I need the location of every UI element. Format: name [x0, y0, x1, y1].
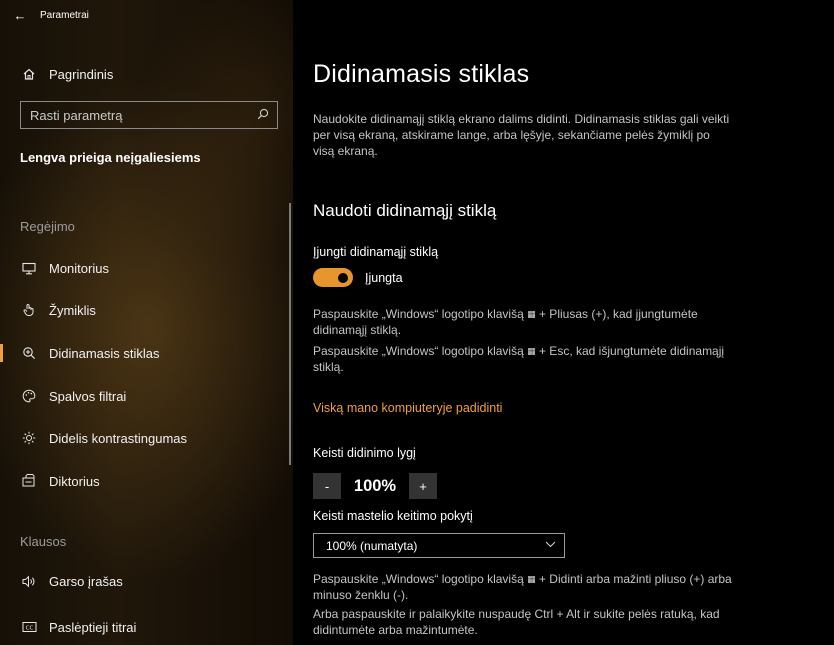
zoom-in-button[interactable]: +	[409, 473, 437, 499]
monitor-icon	[20, 262, 38, 275]
toggle-knob	[338, 272, 348, 283]
sidebar-item-label: Garso įrašas	[49, 573, 123, 589]
narrator-icon	[20, 474, 38, 488]
zoom-level-value: 100%	[353, 476, 397, 495]
magnifier-icon	[20, 346, 38, 360]
zoom-increment-value: 100% (numatyta)	[326, 538, 418, 553]
windows-logo-icon: ▦	[527, 346, 536, 356]
palette-icon	[20, 389, 38, 403]
scrollbar[interactable]	[289, 203, 291, 465]
help-text: Paspauskite „Windows“ logotipo klavišą	[313, 307, 524, 321]
help-text-zoom: Paspauskite „Windows“ logotipo klavišą ▦…	[313, 571, 753, 603]
magnifier-toggle[interactable]	[313, 268, 353, 287]
sidebar-item-label: Spalvos filtrai	[49, 388, 127, 404]
sidebar-item-label: Monitorius	[49, 260, 109, 276]
search-input[interactable]	[30, 107, 240, 123]
section-title: Lengva prieiga neįgaliesiems	[20, 150, 201, 165]
toggle-label: Įjungti didinamąjį stiklą	[313, 245, 439, 259]
zoom-level-control: - 100% +	[313, 472, 437, 500]
help-text-off: Paspauskite „Windows“ logotipo klavišą ▦…	[313, 343, 753, 375]
search-icon[interactable]	[257, 108, 269, 123]
arrow-left-icon: ←	[13, 7, 27, 23]
sidebar-item-magnifier[interactable]: Didinamasis stiklas	[0, 335, 293, 371]
sidebar-item-audio[interactable]: Garso įrašas	[0, 563, 293, 599]
sidebar-item-label: Didinamasis stiklas	[49, 345, 160, 361]
home-button[interactable]: Pagrindinis	[0, 56, 293, 92]
magnifier-toggle-row: Įjungta	[313, 268, 403, 287]
home-icon	[20, 67, 38, 81]
app-title: Parametrai	[40, 9, 89, 21]
group-label-hearing: Klausos	[20, 534, 67, 549]
zoom-increment-select[interactable]: 100% (numatyta)	[313, 533, 565, 558]
sidebar-item-high-contrast[interactable]: Didelis kontrastingumas	[0, 420, 293, 456]
sidebar-item-display[interactable]: Monitorius	[0, 250, 293, 286]
search-field[interactable]	[20, 101, 278, 129]
sidebar-item-label: Diktorius	[49, 473, 100, 489]
speaker-icon	[20, 575, 38, 588]
help-text: Paspauskite „Windows“ logotipo klavišą	[313, 572, 524, 586]
sidebar-item-label: Žymiklis	[49, 302, 96, 318]
sidebar-item-label: Didelis kontrastingumas	[49, 430, 188, 446]
pointer-icon	[20, 303, 38, 317]
zoom-out-button[interactable]: -	[313, 473, 341, 499]
page-description: Naudokite didinamąjį stiklą ekrano dalim…	[313, 112, 730, 158]
help-text-on: Paspauskite „Windows“ logotipo klavišą ▦…	[313, 306, 753, 338]
zoom-everything-link[interactable]: Viską mano kompiuteryje padidinti	[313, 401, 502, 415]
chevron-down-icon	[545, 540, 556, 551]
title-bar: ← Parametrai	[0, 0, 293, 30]
group-label-vision: Regėjimo	[20, 219, 75, 234]
svg-text:CC: CC	[25, 626, 33, 632]
sidebar-item-pointer[interactable]: Žymiklis	[0, 292, 293, 328]
help-text: Paspauskite „Windows“ logotipo klavišą	[313, 344, 524, 358]
windows-logo-icon: ▦	[527, 574, 536, 584]
sidebar: ← Parametrai Pagrindinis Lengva prieiga …	[0, 0, 293, 645]
brightness-icon	[20, 431, 38, 445]
section-heading: Naudoti didinamąjį stiklą	[313, 201, 497, 220]
main-content: Didinamasis stiklas Naudokite didinamąjį…	[293, 0, 834, 645]
sidebar-item-captions[interactable]: CC Paslėptieji titrai	[0, 609, 293, 645]
sidebar-item-narrator[interactable]: Diktorius	[0, 463, 293, 499]
zoom-increment-label: Keisti mastelio keitimo pokytį	[313, 509, 473, 523]
page-title: Didinamasis stiklas	[313, 60, 530, 88]
zoom-level-label: Keisti didinimo lygį	[313, 446, 416, 460]
captions-icon: CC	[20, 621, 38, 633]
back-button[interactable]: ←	[0, 0, 40, 30]
help-text-mouse: Arba paspauskite ir palaikykite nuspaudę…	[313, 607, 720, 637]
home-label: Pagrindinis	[49, 66, 114, 82]
sidebar-item-label: Paslėptieji titrai	[49, 619, 137, 635]
toggle-state: Įjungta	[365, 270, 403, 285]
sidebar-item-color-filters[interactable]: Spalvos filtrai	[0, 378, 293, 414]
windows-logo-icon: ▦	[527, 309, 536, 319]
